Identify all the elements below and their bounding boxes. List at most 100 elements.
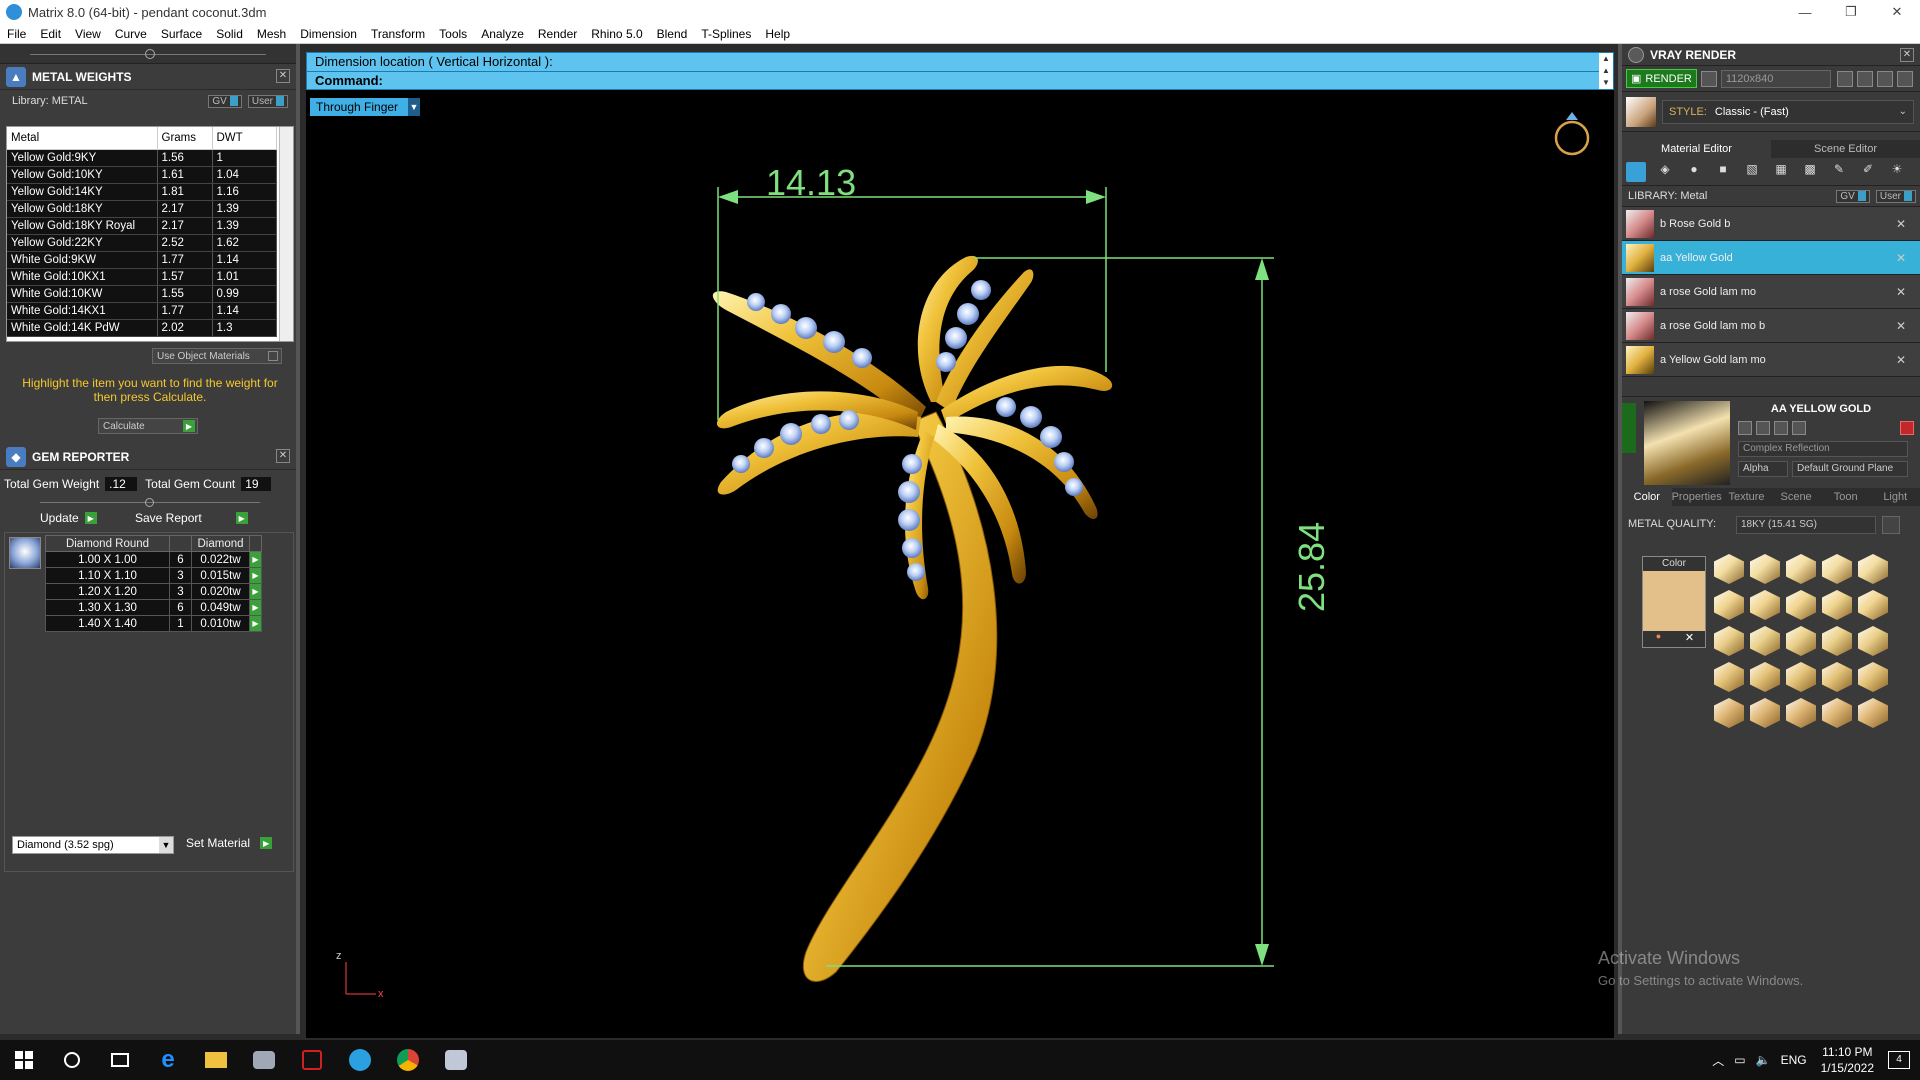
table-row[interactable]: White Gold:10KW 1.55 0.99	[7, 285, 277, 303]
metal-preset-swatch[interactable]	[1822, 698, 1852, 728]
metal-preset-swatch[interactable]	[1750, 554, 1780, 584]
copy-icon[interactable]	[1756, 421, 1770, 435]
table-row[interactable]: 1.20 X 1.20 3 0.020tw ▶	[45, 583, 262, 600]
vray-close-icon[interactable]: ✕	[1900, 48, 1914, 62]
subtab-toon[interactable]: Toon	[1821, 488, 1871, 506]
viewport-label[interactable]: Through Finger ▼	[310, 98, 420, 116]
metal-preset-swatch[interactable]	[1750, 626, 1780, 656]
taskbar-app2[interactable]	[288, 1040, 336, 1080]
network-icon[interactable]: ▭	[1734, 1053, 1745, 1067]
metal-preset-swatch[interactable]	[1714, 554, 1744, 584]
metal-preset-swatch[interactable]	[1750, 662, 1780, 692]
tray-chevron-icon[interactable]: ︿	[1712, 1052, 1724, 1069]
column-grams[interactable]: Grams	[157, 127, 213, 150]
taskbar-app3[interactable]	[432, 1040, 480, 1080]
drop-icon[interactable]	[1626, 161, 1646, 182]
column-metal[interactable]: Metal	[7, 127, 158, 150]
light-icon[interactable]: ☀	[1887, 162, 1907, 182]
metal-preset-swatch[interactable]	[1786, 662, 1816, 692]
material-list-item[interactable]: a Yellow Gold lam mo ✕	[1622, 343, 1920, 377]
taskbar-explorer[interactable]	[192, 1040, 240, 1080]
list-icon[interactable]	[1876, 70, 1893, 87]
table-row[interactable]: 1.40 X 1.40 1 0.010tw ▶	[45, 615, 262, 632]
table-row[interactable]: Yellow Gold:22KY 2.52 1.62	[7, 234, 277, 252]
color-swatch[interactable]	[1643, 571, 1705, 631]
save-icon[interactable]	[1738, 421, 1752, 435]
material-list[interactable]: b Rose Gold b ✕ aa Yellow Gold ✕ a rose Gold…	[1622, 206, 1920, 396]
update-button[interactable]: Update ▶	[40, 511, 97, 525]
table-row[interactable]: White Gold:10KX1 1.57 1.01	[7, 268, 277, 286]
subtab-texture[interactable]: Texture	[1722, 488, 1772, 506]
grid-icon[interactable]	[1896, 70, 1913, 87]
brush-icon[interactable]: ✎	[1829, 162, 1849, 182]
material-list-item[interactable]: aa Yellow Gold ✕	[1622, 241, 1920, 275]
command-scrollbar[interactable]: ▲ ▲ ▼	[1599, 53, 1613, 89]
menu-surface[interactable]: Surface	[154, 27, 209, 41]
tab-scene-editor[interactable]: Scene Editor	[1771, 140, 1920, 158]
square-icon[interactable]: ■	[1713, 162, 1733, 182]
task-view-button[interactable]	[96, 1040, 144, 1080]
menu-blend[interactable]: Blend	[650, 27, 695, 41]
pattern-icon[interactable]: ▩	[1800, 162, 1820, 182]
metal-preset-swatch[interactable]	[1786, 554, 1816, 584]
select-gem-arrow-icon[interactable]: ▶	[249, 567, 262, 584]
subtab-properties[interactable]: Properties	[1672, 488, 1722, 506]
panel-splitter[interactable]	[0, 44, 296, 64]
chevron-down-icon[interactable]: ▼	[159, 837, 173, 853]
hatch-icon[interactable]: ▧	[1742, 162, 1762, 182]
table-row[interactable]: 1.10 X 1.10 3 0.015tw ▶	[45, 567, 262, 584]
sphere-icon[interactable]: ●	[1684, 162, 1704, 182]
taskbar-chrome[interactable]	[384, 1040, 432, 1080]
metal-preset-swatch[interactable]	[1714, 698, 1744, 728]
maximize-button[interactable]: ❐	[1828, 0, 1874, 24]
taskbar-matrix[interactable]	[336, 1040, 384, 1080]
set-material-button[interactable]: Set Material ▶	[186, 836, 273, 850]
metal-preset-swatch[interactable]	[1786, 698, 1816, 728]
rewind-icon[interactable]	[1836, 70, 1853, 87]
menu-tsplines[interactable]: T-Splines	[694, 27, 758, 41]
render-button[interactable]: ▣ RENDER	[1626, 69, 1697, 88]
metal-preset-swatch[interactable]	[1858, 554, 1888, 584]
table-row[interactable]: White Gold:14KX1 1.77 1.14	[7, 302, 277, 320]
viewport[interactable]: 14.13 25.84 z x	[306, 52, 1614, 1038]
taskbar-edge[interactable]: e	[144, 1040, 192, 1080]
metal-preset-swatch[interactable]	[1750, 698, 1780, 728]
subtab-scene[interactable]: Scene	[1771, 488, 1821, 506]
vray-gv-toggle[interactable]: GV	[1836, 189, 1870, 203]
table-row[interactable]: Yellow Gold:9KY 1.56 1	[7, 149, 277, 167]
metal-preset-swatch[interactable]	[1858, 626, 1888, 656]
ring-view-icon[interactable]	[1554, 112, 1590, 156]
metal-preset-swatch[interactable]	[1822, 626, 1852, 656]
select-gem-arrow-icon[interactable]: ▶	[249, 615, 262, 632]
metal-quality-select[interactable]: 18KY (15.41 SG)	[1736, 516, 1876, 534]
table-row[interactable]: Yellow Gold:10KY 1.61 1.04	[7, 166, 277, 184]
gem-slider-handle[interactable]	[145, 498, 154, 507]
metal-preset-swatch[interactable]	[1714, 626, 1744, 656]
resolution-select[interactable]: 1120x840	[1720, 69, 1831, 88]
chevron-down-icon[interactable]: ▼	[408, 98, 420, 116]
notification-icon[interactable]: 4	[1888, 1051, 1910, 1069]
metal-preset-swatch[interactable]	[1858, 698, 1888, 728]
metal-preset-swatch[interactable]	[1750, 590, 1780, 620]
metal-preset-swatch[interactable]	[1714, 590, 1744, 620]
search-button[interactable]	[48, 1040, 96, 1080]
taskbar-app1[interactable]	[240, 1040, 288, 1080]
remove-material-icon[interactable]: ✕	[1896, 353, 1906, 367]
layout-icon[interactable]	[1856, 70, 1873, 87]
material-list-item[interactable]: a rose Gold lam mo b ✕	[1622, 309, 1920, 343]
select-gem-arrow-icon[interactable]: ▶	[249, 551, 262, 568]
menu-transform[interactable]: Transform	[364, 27, 432, 41]
menu-mesh[interactable]: Mesh	[250, 27, 293, 41]
material-list-item[interactable]: b Rose Gold b ✕	[1622, 207, 1920, 241]
use-object-materials-checkbox[interactable]	[268, 351, 278, 361]
subtab-light[interactable]: Light	[1870, 488, 1920, 506]
metal-gv-toggle[interactable]: GV	[208, 94, 242, 108]
metal-preset-swatch[interactable]	[1822, 590, 1852, 620]
menu-solid[interactable]: Solid	[209, 27, 250, 41]
menu-file[interactable]: File	[0, 27, 33, 41]
clear-color-icon[interactable]: ✕	[1674, 631, 1705, 647]
table-row[interactable]: Yellow Gold:14KY 1.81 1.16	[7, 183, 277, 201]
metal-weights-close-icon[interactable]: ✕	[276, 69, 290, 83]
menu-curve[interactable]: Curve	[108, 27, 154, 41]
vray-user-toggle[interactable]: User	[1875, 189, 1916, 203]
